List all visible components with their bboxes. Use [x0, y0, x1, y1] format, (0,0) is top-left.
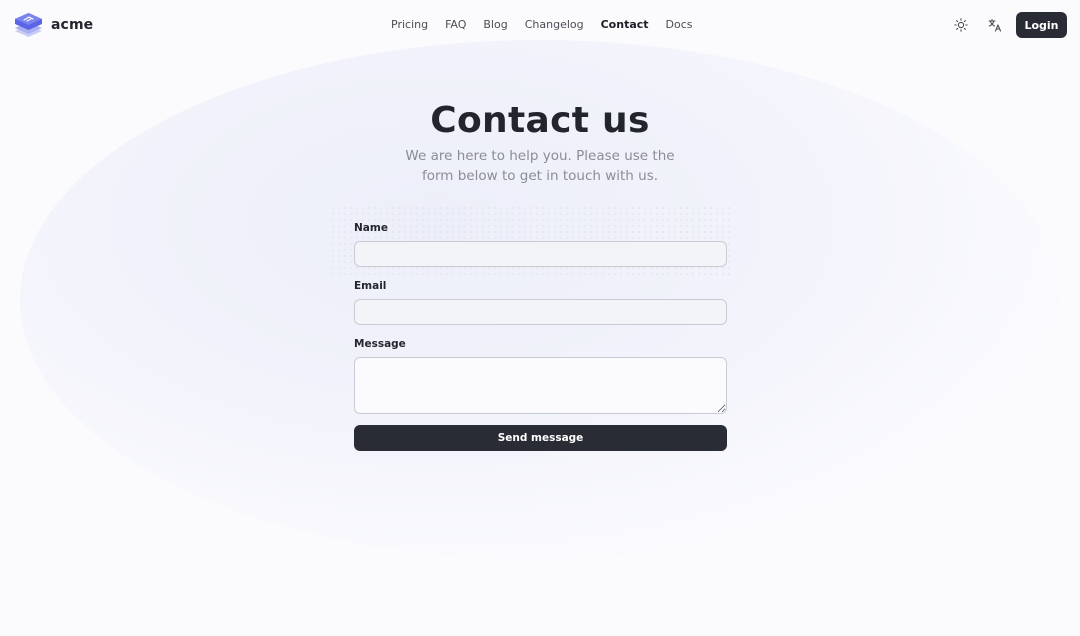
email-field[interactable] — [354, 299, 727, 325]
main-nav: Pricing FAQ Blog Changelog Contact Docs — [391, 16, 693, 33]
nav-link-pricing[interactable]: Pricing — [391, 16, 428, 33]
nav-link-faq[interactable]: FAQ — [445, 16, 466, 33]
site-header: acme Pricing FAQ Blog Changelog Contact … — [0, 0, 1080, 50]
translate-icon — [988, 18, 1002, 32]
name-field[interactable] — [354, 241, 727, 267]
send-message-button[interactable]: Send message — [354, 425, 727, 451]
page-title: Contact us — [430, 100, 650, 141]
acme-logo-icon — [15, 13, 42, 37]
nav-link-blog[interactable]: Blog — [483, 16, 507, 33]
nav-link-docs[interactable]: Docs — [666, 16, 693, 33]
name-label: Name — [354, 222, 388, 234]
email-label: Email — [354, 280, 387, 292]
nav-link-contact[interactable]: Contact — [601, 16, 649, 33]
brand-name: acme — [51, 17, 94, 33]
brand-logo-link[interactable]: acme — [14, 12, 93, 38]
message-label: Message — [354, 338, 406, 350]
message-field[interactable] — [354, 357, 727, 414]
theme-toggle-button[interactable] — [950, 14, 972, 36]
page-subtitle: We are here to help you. Please use the … — [405, 148, 675, 184]
login-button[interactable]: Login — [1016, 12, 1067, 38]
sun-icon — [954, 18, 968, 32]
language-button[interactable] — [984, 14, 1006, 36]
nav-link-changelog[interactable]: Changelog — [525, 16, 584, 33]
